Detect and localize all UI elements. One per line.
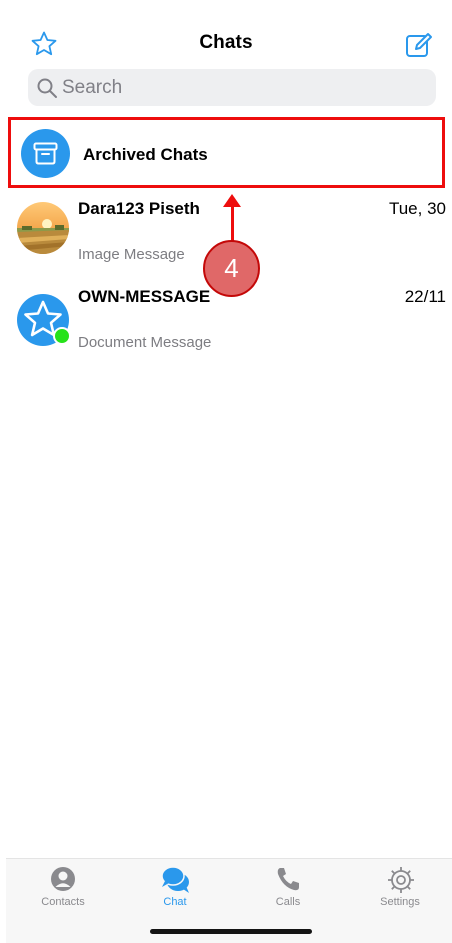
archived-chats-row[interactable]: Archived Chats <box>8 117 445 188</box>
tab-calls[interactable]: Calls <box>238 859 338 919</box>
annotation-step-badge: 4 <box>203 240 260 297</box>
chat-time: 22/11 <box>404 287 446 306</box>
online-status-dot <box>53 327 71 345</box>
chat-bubbles-icon <box>161 865 189 893</box>
chat-name: Dara123 Piseth <box>78 199 200 218</box>
header: Chats <box>0 0 452 64</box>
search-input[interactable]: Search <box>28 69 436 106</box>
person-icon <box>49 865 77 893</box>
gear-icon <box>386 865 414 893</box>
annotation-arrow <box>231 205 234 241</box>
home-indicator <box>150 929 312 934</box>
tab-label: Settings <box>380 896 420 908</box>
archive-box-icon <box>21 129 70 178</box>
search-icon <box>36 77 58 99</box>
search-placeholder: Search <box>62 77 123 98</box>
tab-contacts[interactable]: Contacts <box>13 859 113 919</box>
avatar <box>17 202 69 254</box>
chat-preview: Image Message <box>78 246 185 263</box>
chat-time: Tue, 30 <box>388 199 446 218</box>
page-title: Chats <box>199 32 253 53</box>
phone-icon <box>274 865 302 893</box>
chat-name: OWN-MESSAGE <box>78 287 211 306</box>
tab-chat[interactable]: Chat <box>125 859 225 919</box>
tab-label: Contacts <box>41 896 85 908</box>
tab-label: Chat <box>163 896 187 908</box>
tab-settings[interactable]: Settings <box>350 859 450 919</box>
archived-chats-label: Archived Chats <box>83 145 208 164</box>
tab-label: Calls <box>275 896 301 908</box>
compose-icon[interactable] <box>404 30 434 60</box>
chat-preview: Document Message <box>78 334 212 351</box>
